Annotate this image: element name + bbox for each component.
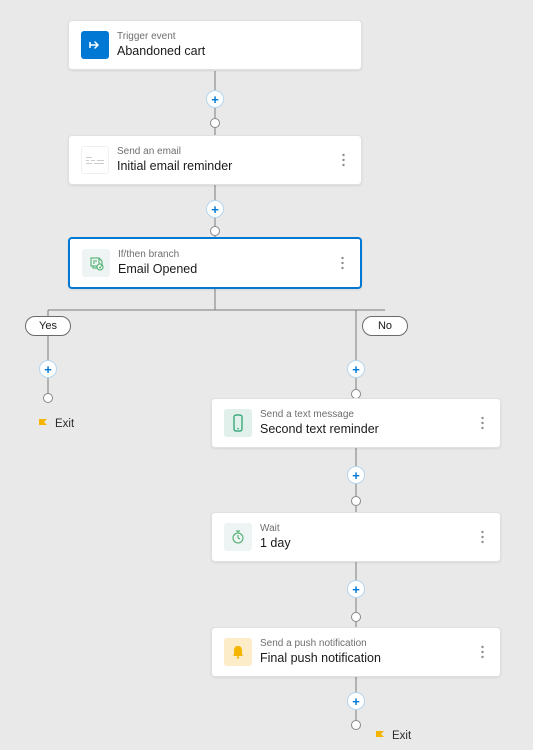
exit-yes-label: Exit xyxy=(55,418,74,430)
exit-yes: Exit xyxy=(37,418,74,430)
email-kicker: Send an email xyxy=(117,146,232,159)
connector-dot xyxy=(210,118,220,128)
branch-no-pill[interactable]: No xyxy=(362,316,408,336)
branch-card[interactable]: If/then branch Email Opened xyxy=(68,237,362,289)
wait-title: 1 day xyxy=(260,536,291,552)
push-kicker: Send a push notification xyxy=(260,638,381,651)
add-node-button[interactable]: + xyxy=(347,360,365,378)
branch-yes-label: Yes xyxy=(39,320,57,332)
flag-icon xyxy=(374,730,386,742)
push-card[interactable]: Send a push notification Final push noti… xyxy=(211,627,501,677)
connector-dot xyxy=(351,496,361,506)
connector-dot xyxy=(43,393,53,403)
branch-kicker: If/then branch xyxy=(118,249,197,262)
connector-dot xyxy=(351,612,361,622)
branch-icon xyxy=(82,249,110,277)
add-node-button[interactable]: + xyxy=(347,466,365,484)
add-node-button[interactable]: + xyxy=(206,90,224,108)
bell-icon xyxy=(224,638,252,666)
branch-no-label: No xyxy=(378,320,392,332)
push-card-menu[interactable] xyxy=(472,642,492,662)
push-title: Final push notification xyxy=(260,651,381,667)
add-node-button[interactable]: + xyxy=(206,200,224,218)
sms-card-menu[interactable] xyxy=(472,413,492,433)
sms-title: Second text reminder xyxy=(260,422,379,438)
phone-icon xyxy=(224,409,252,437)
add-node-button[interactable]: + xyxy=(347,580,365,598)
trigger-title: Abandoned cart xyxy=(117,44,205,60)
sms-kicker: Send a text message xyxy=(260,409,379,422)
exit-no-label: Exit xyxy=(392,730,411,742)
add-node-button[interactable]: + xyxy=(347,692,365,710)
sms-card[interactable]: Send a text message Second text reminder xyxy=(211,398,501,448)
wait-kicker: Wait xyxy=(260,523,291,536)
trigger-arrow-icon xyxy=(81,31,109,59)
exit-no: Exit xyxy=(374,730,411,742)
branch-card-menu[interactable] xyxy=(332,253,352,273)
trigger-kicker: Trigger event xyxy=(117,31,205,44)
email-placeholder-icon xyxy=(81,146,109,174)
branch-title: Email Opened xyxy=(118,262,197,278)
wait-card[interactable]: Wait 1 day xyxy=(211,512,501,562)
email-title: Initial email reminder xyxy=(117,159,232,175)
flag-icon xyxy=(37,418,49,430)
timer-icon xyxy=(224,523,252,551)
branch-yes-pill[interactable]: Yes xyxy=(25,316,71,336)
connector-dot xyxy=(351,720,361,730)
email-card[interactable]: Send an email Initial email reminder xyxy=(68,135,362,185)
connector-dot xyxy=(210,226,220,236)
wait-card-menu[interactable] xyxy=(472,527,492,547)
email-card-menu[interactable] xyxy=(333,150,353,170)
add-node-button[interactable]: + xyxy=(39,360,57,378)
trigger-card[interactable]: Trigger event Abandoned cart xyxy=(68,20,362,70)
